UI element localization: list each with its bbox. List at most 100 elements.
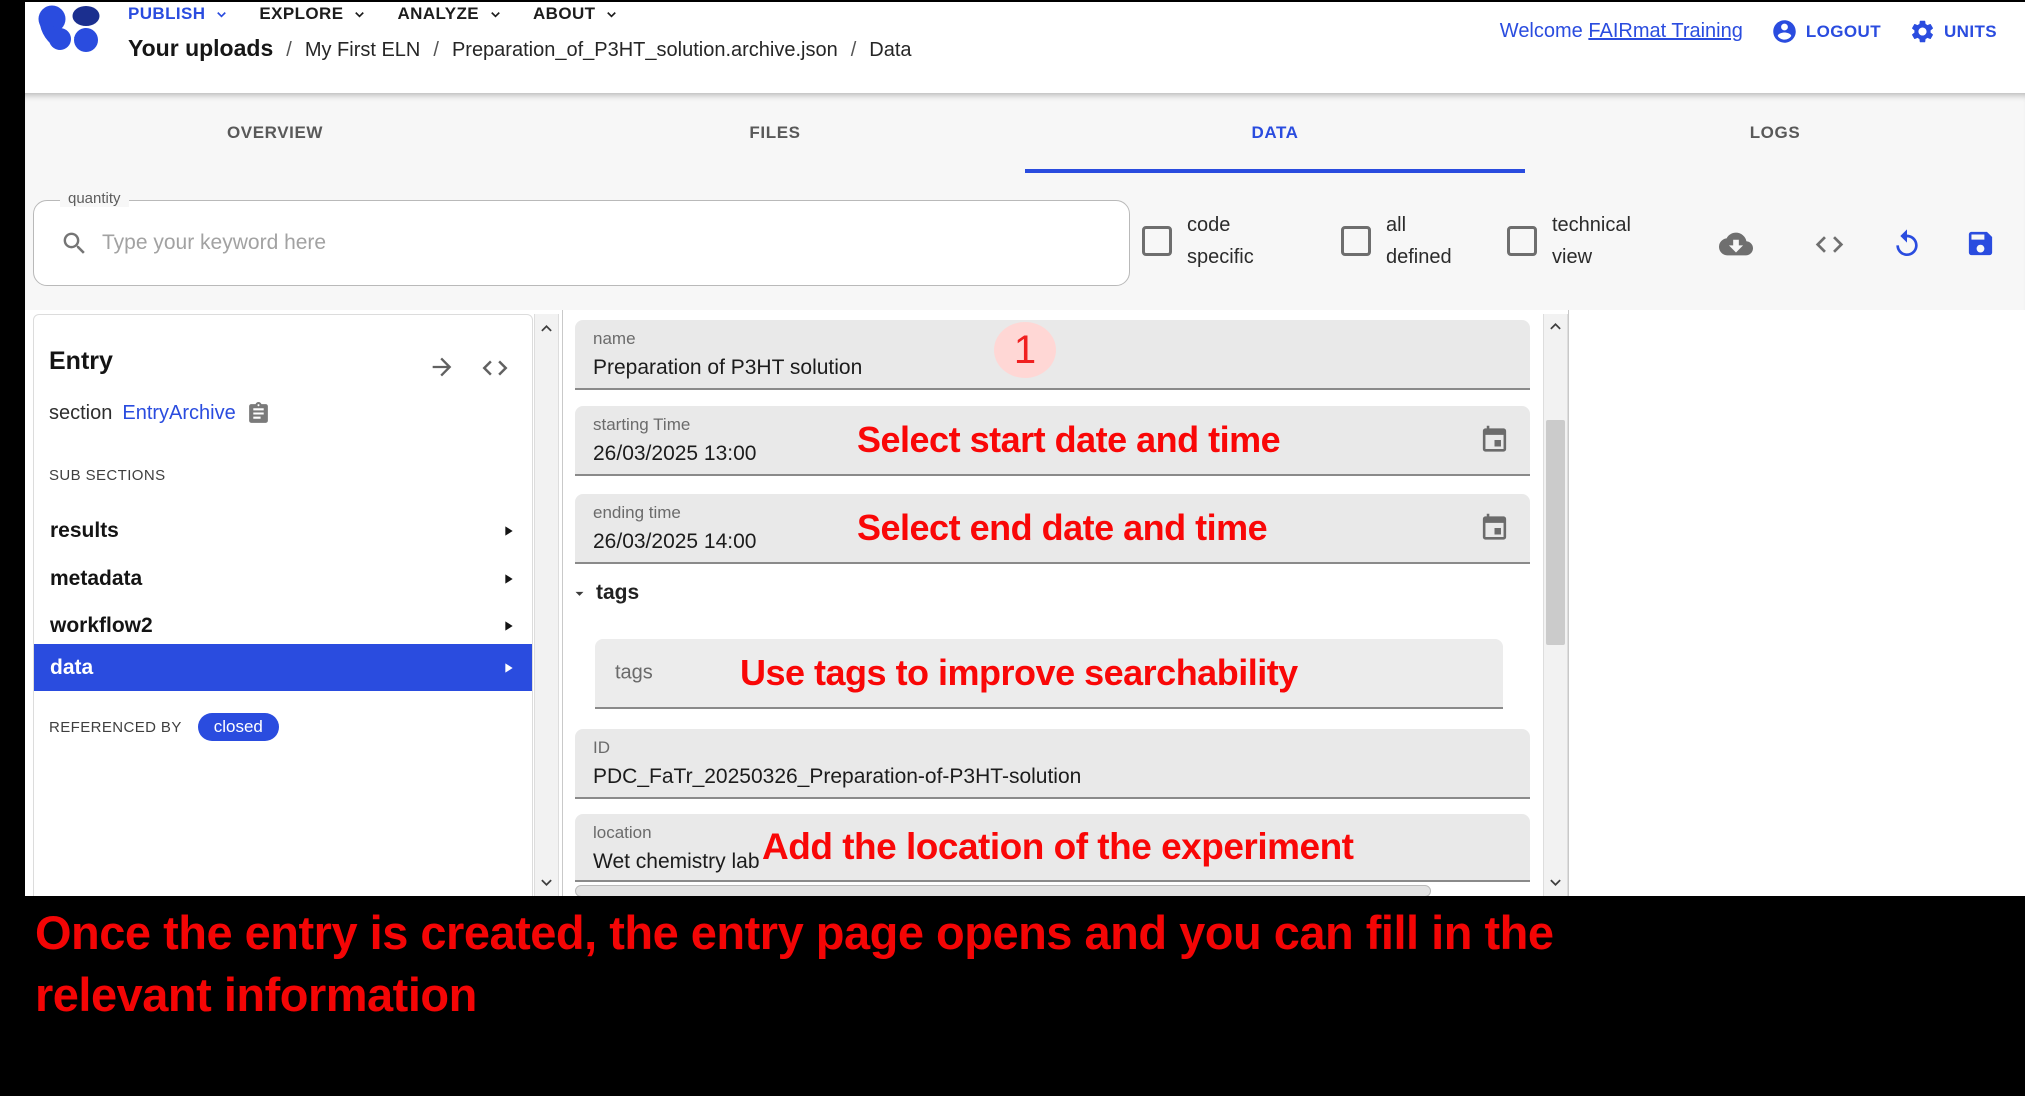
nav-about[interactable]: ABOUT [533,4,619,24]
sidebar-item-workflow2[interactable]: workflow2 [34,602,532,649]
all-defined-checkbox[interactable] [1341,226,1371,256]
nav-analyze-label: ANALYZE [397,4,479,24]
triangle-right-icon [500,660,516,676]
search-icon [60,229,89,258]
all-defined-label: alldefined [1386,209,1452,273]
tags-group-label: tags [596,581,639,605]
chevron-down-icon [352,7,367,22]
account-area: Welcome FAIRmat Training LOGOUT UNITS [1500,18,1997,45]
referenced-by-label: REFERENCED BY [49,719,182,736]
clipboard-icon[interactable] [246,401,271,426]
navigate-arrow-button[interactable] [428,353,456,386]
welcome-prefix: Welcome [1500,20,1583,42]
download-archive-button[interactable] [1719,227,1753,266]
breadcrumb-separator: / [286,39,292,62]
triangle-right-icon [500,571,516,587]
nav-explore[interactable]: EXPLORE [259,4,367,24]
search-input[interactable] [102,201,1082,285]
tab-data-label: DATA [1251,123,1298,143]
breadcrumb-separator: / [433,39,439,62]
technical-view-checkbox[interactable] [1507,226,1537,256]
nav-analyze[interactable]: ANALYZE [397,4,503,24]
welcome-user-link[interactable]: FAIRmat Training [1588,20,1743,42]
breadcrumb-entry-file[interactable]: Preparation_of_P3HT_solution.archive.jso… [452,39,838,62]
id-field[interactable]: ID PDC_FaTr_20250326_Preparation-of-P3HT… [575,729,1530,799]
breadcrumb-data[interactable]: Data [869,39,911,62]
sidebar-scrollbar[interactable] [534,314,559,896]
tutorial-caption: Once the entry is created, the entry pag… [35,902,1553,1026]
location-field-label: location [593,823,1512,843]
main-nav: PUBLISH EXPLORE ANALYZE ABOUT [128,4,619,24]
scroll-up-icon[interactable] [536,318,557,339]
name-field[interactable]: name Preparation of P3HT solution 1 [575,320,1530,390]
scrollbar-thumb[interactable] [1546,420,1565,645]
nav-about-label: ABOUT [533,4,595,24]
id-field-label: ID [593,738,1512,758]
account-icon [1771,18,1798,45]
nav-publish-label: PUBLISH [128,4,205,24]
units-button[interactable]: UNITS [1909,18,1997,45]
section-source-button[interactable] [480,353,510,388]
sidebar-item-results[interactable]: results [34,507,532,554]
step-annotation-badge: 1 [994,322,1056,378]
units-label: UNITS [1944,22,1997,42]
scroll-up-icon[interactable] [1545,316,1566,337]
arrow-right-icon [428,353,456,381]
gear-icon [1909,18,1936,45]
breadcrumb-separator: / [851,39,857,62]
referenced-by-badge[interactable]: closed [198,713,279,741]
logout-button[interactable]: LOGOUT [1771,18,1881,45]
section-definition-link[interactable]: EntryArchive [122,402,235,425]
checkbox-all-defined: alldefined [1341,209,1452,273]
breadcrumb: Your uploads / My First ELN / Preparatio… [128,35,912,62]
code-icon [1813,228,1846,261]
code-specific-checkbox[interactable] [1142,226,1172,256]
ending-time-field[interactable]: ending time 26/03/2025 14:00 Select end … [575,494,1530,564]
horizontal-scrollbar-thumb[interactable] [575,885,1431,896]
chevron-down-icon [604,7,619,22]
entry-section-panel: Entry section EntryArchive SUB SECTIONS … [33,314,533,896]
calendar-icon[interactable] [1479,513,1510,544]
scroll-down-icon[interactable] [536,872,557,893]
chevron-down-icon [488,7,503,22]
nomad-logo[interactable] [30,5,110,58]
sidebar-item-label: workflow2 [50,614,153,638]
nav-publish[interactable]: PUBLISH [128,4,229,24]
starting-time-field[interactable]: starting Time 26/03/2025 13:00 Select st… [575,406,1530,476]
panel-title: Entry [49,347,113,376]
sidebar-item-metadata[interactable]: metadata [34,555,532,602]
ending-time-label: ending time [593,503,1512,523]
sidebar-item-label: metadata [50,567,142,591]
form-scrollbar[interactable] [1543,314,1568,896]
location-field-value: Wet chemistry lab [593,850,1512,874]
referenced-by-row: REFERENCED BY closed [49,713,279,741]
scroll-down-icon[interactable] [1545,872,1566,893]
code-specific-label: codespecific [1187,209,1254,273]
quantity-search-box: quantity [33,200,1130,286]
welcome-text: Welcome FAIRmat Training [1500,20,1743,43]
tags-annotation: Use tags to improve searchability [740,652,1298,694]
breadcrumb-your-uploads[interactable]: Your uploads [128,35,273,62]
tags-field[interactable]: tags Use tags to improve searchability [595,639,1503,709]
section-label: section [49,402,112,425]
json-source-button[interactable] [1813,228,1846,266]
reload-button[interactable] [1891,228,1923,265]
chevron-down-icon [214,7,229,22]
save-button[interactable] [1965,228,1996,264]
tab-files[interactable]: FILES [525,93,1025,173]
logout-label: LOGOUT [1806,22,1881,42]
tab-data[interactable]: DATA [1025,93,1525,173]
ending-time-value: 26/03/2025 14:00 [593,530,1512,554]
code-icon [480,353,510,383]
calendar-icon[interactable] [1479,425,1510,456]
tab-files-label: FILES [749,123,800,143]
tab-logs[interactable]: LOGS [1525,93,2025,173]
breadcrumb-upload[interactable]: My First ELN [305,39,421,62]
tab-and-filter-bar: OVERVIEW FILES DATA LOGS quantity codesp… [25,93,2025,310]
checkbox-code-specific: codespecific [1142,209,1254,273]
location-field[interactable]: location Wet chemistry lab Add the locat… [575,814,1530,882]
tags-group-toggle[interactable]: tags [570,581,639,605]
sidebar-item-data[interactable]: data [34,644,532,691]
tab-overview[interactable]: OVERVIEW [25,93,525,173]
tags-field-label: tags [615,662,653,685]
